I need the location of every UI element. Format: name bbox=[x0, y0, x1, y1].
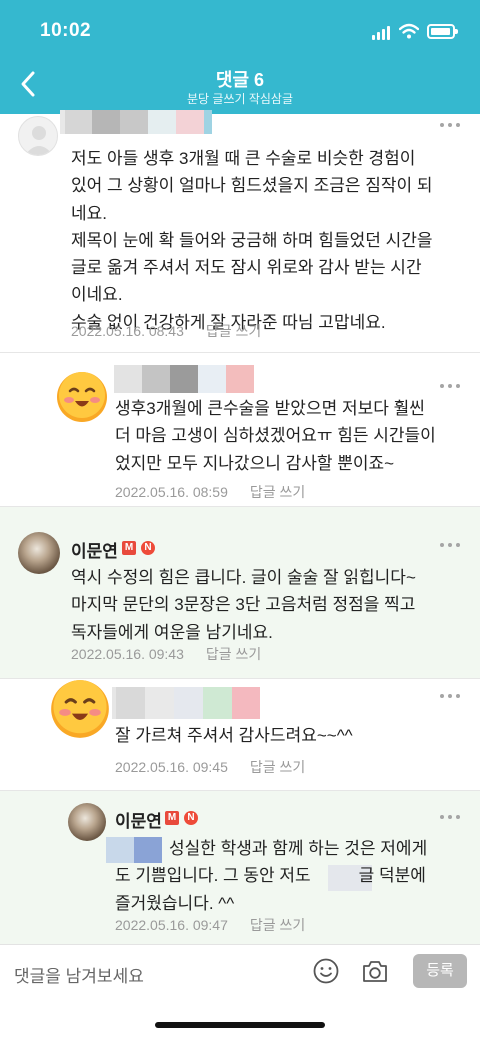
comment-date: 2022.05.16. 09:45 bbox=[115, 759, 228, 775]
comment-text-line: 도 기쁨입니다. 그 동안 저도 bbox=[115, 866, 311, 886]
comment-text-line: 잘 가르쳐 주셔서 감사드려요~~^^ bbox=[115, 726, 353, 745]
comment-text-line: 었지만 모두 지나갔으니 감사할 뿐이죠~ bbox=[115, 453, 395, 473]
status-bar: 10:02 bbox=[0, 20, 480, 44]
reply-link[interactable]: 답글 쓰기 bbox=[250, 484, 305, 500]
blurred-username bbox=[60, 110, 212, 134]
comment-text-line: 글 덕분에 bbox=[358, 866, 426, 886]
comment-input[interactable]: 댓글을 남겨보세요 bbox=[14, 962, 144, 987]
comment-item: 이문연 M N 역시 수정의 힘은 큽니다. 글이 술술 잘 읽힙니다~ 마지막… bbox=[0, 507, 480, 678]
more-options-icon[interactable] bbox=[440, 815, 460, 821]
smiley-avatar-icon bbox=[57, 372, 107, 422]
comment-text-line: 네요. bbox=[71, 203, 108, 223]
more-options-icon[interactable] bbox=[440, 384, 460, 390]
page-title: 댓글 6 bbox=[215, 70, 265, 90]
comment-date: 2022.05.16. 09:43 bbox=[71, 646, 184, 662]
page-subtitle: 분당 글쓰기 작심삼글 bbox=[186, 92, 294, 106]
comment-date: 2022.05.16. 08:59 bbox=[115, 484, 228, 500]
comment-item: 생후3개월에 큰수술을 받았으면 저보다 훨씬 더 마음 고생이 심하셨겠어요ㅠ… bbox=[0, 353, 480, 506]
comment-text-line: 있어 그 상황이 얼마나 힘드셨을지 조금은 짐작이 되 bbox=[71, 176, 433, 196]
new-badge-icon: N bbox=[184, 811, 198, 825]
comment-text-line: 생후3개월에 큰수술을 받았으면 저보다 훨씬 bbox=[115, 399, 425, 418]
comment-item: 이문연 M N 성실한 학생과 함께 하는 것은 저에게 도 기쁨입니다. 그 … bbox=[0, 791, 480, 944]
smiley-avatar-icon bbox=[51, 680, 109, 738]
more-options-icon[interactable] bbox=[440, 694, 460, 700]
emoji-icon[interactable] bbox=[313, 958, 339, 984]
submit-button[interactable]: 등록 bbox=[413, 954, 467, 988]
author-name: 이문연 bbox=[71, 542, 118, 561]
reply-link[interactable]: 답글 쓰기 bbox=[206, 323, 261, 339]
blurred-username bbox=[226, 365, 254, 393]
comment-text-line: 성실한 학생과 함께 하는 것은 저에게 bbox=[169, 839, 428, 858]
battery-icon bbox=[427, 24, 458, 39]
avatar bbox=[68, 803, 106, 841]
reply-link[interactable]: 답글 쓰기 bbox=[250, 759, 305, 775]
comment-text-line: 글로 옮겨 주셔서 저도 잠시 위로와 감사 받는 시간 bbox=[71, 258, 422, 278]
comment-text-line: 이네요. bbox=[71, 285, 123, 305]
reply-link[interactable]: 답글 쓰기 bbox=[250, 917, 305, 933]
comment-input-bar: 댓글을 남겨보세요 등록 bbox=[0, 944, 480, 1002]
comment-text-line: 독자들에게 여운을 남기네요. bbox=[71, 622, 273, 642]
signal-icon bbox=[372, 26, 392, 40]
comment-text-line: 더 마음 고생이 심하셨겠어요ㅠ 힘든 시간들이 bbox=[115, 426, 436, 446]
user-silhouette-icon bbox=[25, 126, 53, 155]
comment-text-line: 마지막 문단의 3문장은 3단 고음처럼 정점을 찍고 bbox=[71, 595, 416, 615]
comment-item: 잘 가르쳐 주셔서 감사드려요~~^^ 2022.05.16. 09:45 답글 … bbox=[0, 679, 480, 790]
camera-icon[interactable] bbox=[361, 958, 389, 984]
new-badge-icon: N bbox=[141, 541, 155, 555]
status-time: 10:02 bbox=[40, 20, 92, 41]
more-options-icon[interactable] bbox=[440, 543, 460, 549]
avatar bbox=[18, 116, 58, 156]
manager-badge-icon: M bbox=[165, 811, 179, 825]
wifi-icon bbox=[399, 23, 419, 39]
comment-date: 2022.05.16. 08:43 bbox=[71, 323, 184, 339]
avatar bbox=[18, 532, 60, 574]
comment-text-line: 저도 아들 생후 3개월 때 큰 수술로 비슷한 경험이 bbox=[71, 149, 416, 168]
reply-link[interactable]: 답글 쓰기 bbox=[206, 646, 261, 662]
comment-text-line: 즐거웠습니다. ^^ bbox=[115, 893, 235, 913]
manager-badge-icon: M bbox=[122, 541, 136, 555]
comment-text-line: 역시 수정의 힘은 큽니다. 글이 술술 잘 읽힙니다~ bbox=[71, 568, 416, 587]
author-name: 이문연 bbox=[115, 812, 162, 831]
comment-date: 2022.05.16. 09:47 bbox=[115, 917, 228, 933]
blurred-username bbox=[112, 687, 260, 719]
header-bar: 10:02 댓글 6 분당 글쓰기 작심삼글 bbox=[0, 0, 480, 114]
comment-item: 저도 아들 생후 3개월 때 큰 수술로 비슷한 경험이 있어 그 상황이 얼마… bbox=[0, 110, 480, 352]
more-options-icon[interactable] bbox=[440, 123, 460, 129]
home-indicator bbox=[155, 1022, 325, 1028]
comment-text-line: 제목이 눈에 확 들어와 궁금해 하며 힘들었던 시간을 bbox=[71, 230, 433, 250]
